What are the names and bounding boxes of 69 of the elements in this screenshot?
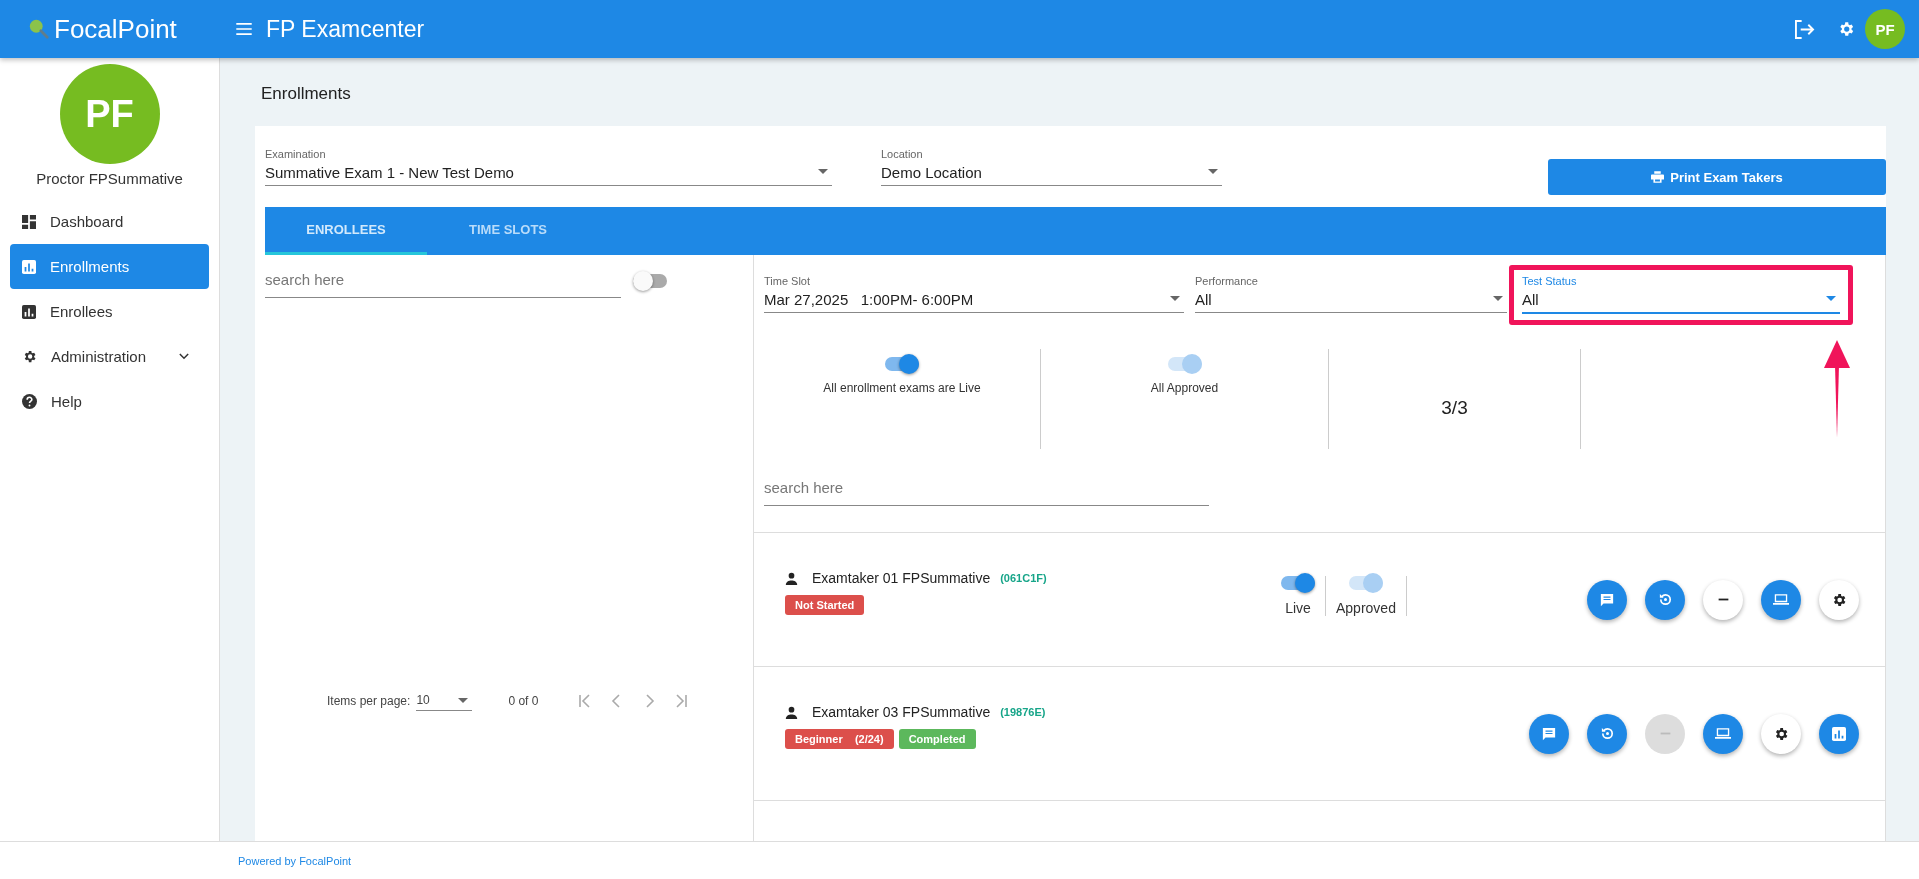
app-logo: FocalPoint	[54, 13, 177, 45]
message-icon	[1542, 726, 1556, 741]
help-icon	[22, 394, 37, 409]
select-field[interactable]: Location Demo Location	[881, 148, 1222, 186]
caret-icon	[818, 169, 828, 174]
history-icon	[1657, 592, 1673, 607]
caret-icon	[1208, 169, 1218, 174]
laptop-icon	[1773, 593, 1789, 606]
settings-icon	[22, 349, 37, 364]
settings-icon	[1831, 591, 1847, 608]
print-button[interactable]: Print Exam Takers	[1548, 159, 1886, 195]
status-badge: Beginner (2/24)	[785, 729, 894, 749]
enrollee-code: (19876E)	[1000, 706, 1046, 718]
select-field[interactable]: Examination Summative Exam 1 - New Test Demo	[265, 148, 832, 186]
person-icon	[785, 571, 798, 585]
first-page-icon[interactable]	[578, 694, 593, 708]
settings-icon	[1773, 725, 1789, 742]
reset-button[interactable]	[1645, 579, 1685, 620]
magnifier-logo-icon	[28, 18, 50, 40]
nav-item[interactable]: Enrollments	[10, 244, 209, 289]
dashboard-icon	[22, 214, 36, 229]
items-per-page-label: Items per page:	[327, 694, 411, 708]
history-icon	[1599, 726, 1615, 741]
menu-icon[interactable]	[236, 23, 252, 35]
status-badge: Not Started	[785, 595, 865, 615]
report-button[interactable]	[1819, 713, 1859, 754]
nav-item[interactable]: Dashboard	[10, 199, 209, 244]
message-button[interactable]	[1587, 579, 1627, 620]
screen-button[interactable]	[1761, 579, 1801, 620]
person-icon	[785, 705, 798, 719]
toggle-switch[interactable]	[633, 273, 667, 288]
status-badge: Completed	[898, 729, 976, 749]
message-icon	[1600, 592, 1614, 607]
select-field[interactable]: Performance All	[1195, 275, 1507, 313]
printer-icon	[1651, 171, 1665, 183]
page-size-select[interactable]: 10	[416, 691, 473, 711]
footer-text: Powered by FocalPoint	[238, 854, 352, 867]
nav-item[interactable]: Help	[10, 379, 209, 424]
search-field[interactable]: search here	[265, 263, 621, 298]
laptop-icon	[1715, 727, 1731, 740]
toggle-switch[interactable]	[1281, 575, 1315, 590]
toggle-switch[interactable]	[885, 357, 919, 371]
user-name: Proctor FPSummative	[35, 170, 184, 187]
settings-button[interactable]	[1819, 579, 1859, 620]
settings-button[interactable]	[1761, 713, 1801, 754]
message-button[interactable]	[1529, 713, 1569, 754]
toggle-label: Live	[1285, 599, 1311, 616]
count-text: 3/3	[1441, 397, 1468, 419]
toggle-label: All enrollment exams are Live	[823, 381, 981, 395]
page-title: Enrollments	[261, 84, 352, 104]
enrollee-name: Examtaker 01 FPSummative	[812, 570, 991, 586]
page-range: 0 of 0	[508, 694, 539, 708]
bar-chart-icon	[22, 259, 36, 274]
nav-item[interactable]: Administration	[10, 334, 209, 379]
logout-icon[interactable]	[1794, 19, 1815, 39]
select-field[interactable]: Time Slot Mar 27,2025 1:00PM- 6:00PM	[764, 275, 1184, 313]
toggle-label: All Approved	[1150, 381, 1219, 395]
enrollee-code: (061C1F)	[1000, 572, 1047, 584]
search-field[interactable]: search here	[764, 471, 1209, 506]
profile-avatar: PF	[59, 64, 160, 164]
toggle-label: Approved	[1336, 599, 1396, 616]
last-page-icon[interactable]	[674, 694, 689, 708]
bar-chart-icon	[1832, 726, 1846, 741]
nav-item[interactable]: Enrollees	[10, 289, 209, 334]
screen-button[interactable]	[1703, 713, 1743, 754]
reset-button[interactable]	[1587, 713, 1627, 754]
app-title: FP Examcenter	[266, 15, 425, 43]
enrollee-name: Examtaker 03 FPSummative	[812, 704, 991, 720]
bar-chart-icon	[22, 304, 36, 319]
